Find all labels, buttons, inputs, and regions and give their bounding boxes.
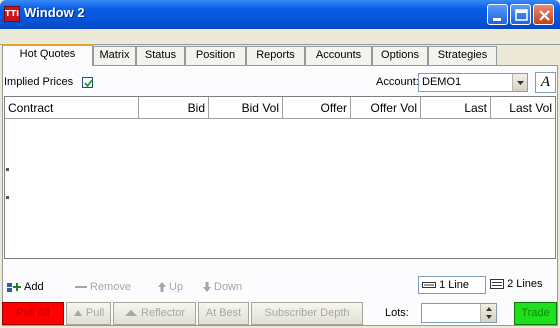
account-label: Account: <box>376 76 419 88</box>
window-title: Window 2 <box>24 5 85 20</box>
splitter-grip[interactable] <box>6 196 9 199</box>
two-lines-icon <box>490 279 504 290</box>
triangle-up-icon <box>73 310 82 317</box>
up-label: Up <box>169 281 184 293</box>
implied-prices-checkbox[interactable] <box>82 77 93 88</box>
column-bid[interactable]: Bid <box>139 97 209 119</box>
pull-button[interactable]: Pull <box>66 302 111 325</box>
close-button[interactable] <box>533 4 554 25</box>
chevron-down-icon <box>517 81 524 85</box>
column-last[interactable]: Last <box>421 97 491 119</box>
one-line-label: 1 Line <box>439 279 470 291</box>
title-bar[interactable]: TTI Window 2 <box>0 0 560 29</box>
quotes-grid[interactable]: Contract Bid Bid Vol Offer Offer Vol Las… <box>4 96 556 259</box>
tab-strategies[interactable]: Strategies <box>428 46 497 65</box>
minus-icon <box>75 286 87 289</box>
one-line-toggle[interactable]: 1 Line <box>418 276 486 294</box>
remove-label: Remove <box>90 281 131 293</box>
tab-reports[interactable]: Reports <box>246 46 305 65</box>
pull-all-button[interactable]: Pull All <box>2 302 64 325</box>
account-dropdown-button[interactable] <box>512 74 527 91</box>
two-lines-toggle[interactable]: 2 Lines <box>487 276 557 294</box>
tab-matrix[interactable]: Matrix <box>93 46 136 65</box>
minimize-button[interactable] <box>487 4 508 25</box>
arrow-up-icon <box>158 282 166 293</box>
splitter-grip[interactable] <box>6 168 9 171</box>
font-button[interactable]: A <box>535 72 556 93</box>
one-line-icon <box>422 282 436 289</box>
grid-body[interactable] <box>5 120 555 258</box>
tab-status[interactable]: Status <box>136 46 185 65</box>
reflector-icon <box>124 310 137 317</box>
implied-prices-label: Implied Prices <box>4 76 74 88</box>
column-offer[interactable]: Offer <box>283 97 351 119</box>
spinner-arrows-icon <box>486 307 492 319</box>
subscriber-depth-button[interactable]: Subscriber Depth <box>251 302 363 325</box>
column-bid-vol[interactable]: Bid Vol <box>209 97 283 119</box>
at-best-button[interactable]: At Best <box>198 302 249 325</box>
add-label: Add <box>24 281 44 293</box>
grid-header: Contract Bid Bid Vol Offer Offer Vol Las… <box>5 97 555 119</box>
down-label: Down <box>214 281 243 293</box>
trade-button[interactable]: Trade <box>514 302 557 325</box>
tab-accounts[interactable]: Accounts <box>305 46 372 65</box>
tab-position[interactable]: Position <box>185 46 246 65</box>
two-lines-label: 2 Lines <box>507 278 543 290</box>
maximize-icon <box>515 9 528 21</box>
close-icon <box>539 10 550 21</box>
tab-hot-quotes[interactable]: Hot Quotes <box>2 44 93 66</box>
arrow-down-icon <box>203 282 211 293</box>
remove-button[interactable]: Remove <box>74 280 131 294</box>
down-button[interactable]: Down <box>202 280 242 294</box>
add-button[interactable]: Add <box>6 280 44 294</box>
tab-options[interactable]: Options <box>372 46 428 65</box>
app-icon: TTI <box>4 6 20 22</box>
up-button[interactable]: Up <box>157 280 183 294</box>
checkmark-icon <box>84 79 93 88</box>
add-icon <box>7 283 21 293</box>
minimize-icon <box>493 18 501 21</box>
maximize-button[interactable] <box>510 4 531 25</box>
reflector-button[interactable]: Reflector <box>113 302 196 325</box>
lots-label: Lots: <box>385 307 409 319</box>
column-last-vol[interactable]: Last Vol <box>491 97 555 119</box>
column-offer-vol[interactable]: Offer Vol <box>351 97 421 119</box>
column-contract[interactable]: Contract <box>5 97 139 119</box>
pull-label: Pull <box>85 307 105 319</box>
lots-spinner[interactable] <box>480 304 496 322</box>
reflector-label: Reflector <box>141 307 186 319</box>
